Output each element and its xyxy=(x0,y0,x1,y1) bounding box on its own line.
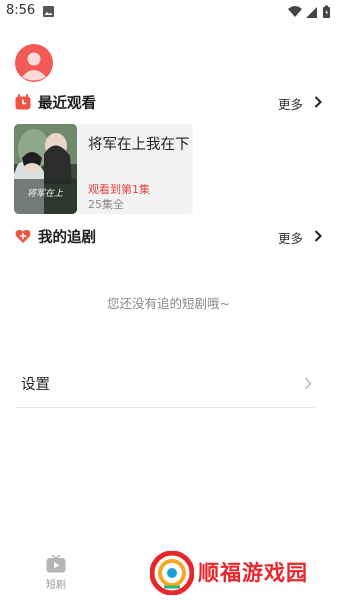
following-section-header: 我的追剧 更多 xyxy=(15,225,322,247)
heart-plus-icon xyxy=(15,229,31,243)
watermark-logo-icon xyxy=(150,551,194,595)
avatar[interactable] xyxy=(15,44,53,82)
chevron-right-icon xyxy=(314,230,322,242)
recent-section-header: 最近观看 更多 xyxy=(15,91,322,113)
cover-caption: 将军在上 xyxy=(27,188,64,199)
watermark-text: 顺福游戏园 xyxy=(198,561,308,585)
gallery-notification-icon xyxy=(43,6,54,17)
chevron-right-icon xyxy=(304,377,312,390)
clock-tv-icon xyxy=(15,94,31,110)
recent-more-button[interactable]: 更多 xyxy=(278,92,322,112)
status-time: 8:56 xyxy=(6,3,36,18)
watch-progress: 观看到第1集 xyxy=(88,183,150,196)
episode-count: 25集全 xyxy=(88,198,124,211)
tab-short-drama[interactable]: 短剧 xyxy=(40,553,72,593)
settings-row[interactable]: 设置 xyxy=(15,364,315,408)
drama-cover-image: 将军在上 xyxy=(14,124,77,214)
tv-play-icon xyxy=(46,555,66,573)
status-indicators xyxy=(288,5,330,18)
watermark: 顺福游戏园 xyxy=(150,551,330,595)
drama-title: 将军在上我在下 xyxy=(88,137,190,153)
signal-icon xyxy=(306,7,317,18)
following-more-button[interactable]: 更多 xyxy=(278,226,322,246)
following-more-label: 更多 xyxy=(278,231,304,246)
settings-label: 设置 xyxy=(21,377,50,393)
chevron-right-icon xyxy=(314,96,322,108)
recent-title: 最近观看 xyxy=(38,96,96,112)
following-title: 我的追剧 xyxy=(38,230,96,246)
recent-drama-card[interactable]: 将军在上 将军在上我在下 观看到第1集 25集全 xyxy=(14,124,193,214)
wifi-icon xyxy=(288,6,302,17)
recent-more-label: 更多 xyxy=(278,97,304,112)
status-bar: 8:56 xyxy=(0,0,337,24)
battery-icon xyxy=(323,5,330,18)
tab-short-drama-label: 短剧 xyxy=(46,580,66,591)
following-empty-text: 您还没有追的短剧哦~ xyxy=(107,296,230,311)
